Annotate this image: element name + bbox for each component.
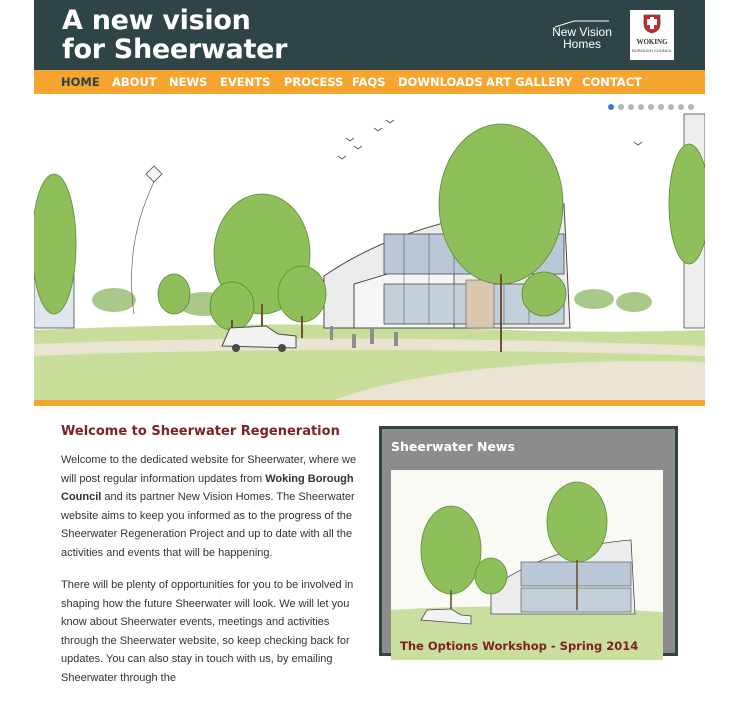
- slider-dot[interactable]: [628, 104, 634, 110]
- nav-downloads[interactable]: DOWNLOADS: [398, 70, 483, 94]
- slider-dot[interactable]: [608, 104, 614, 110]
- nav-process[interactable]: PROCESS: [284, 70, 343, 94]
- slider-dot[interactable]: [678, 104, 684, 110]
- nav-contact[interactable]: CONTACT: [582, 70, 642, 94]
- nav-faqs[interactable]: FAQS: [352, 70, 386, 94]
- nvh-logo-line2: Homes: [562, 37, 601, 51]
- slider-dot[interactable]: [648, 104, 654, 110]
- woking-council-logo[interactable]: WOKING BOROUGH COUNCIL: [630, 10, 674, 60]
- news-panel: Sheerwater News The Options Workshop - S…: [379, 426, 678, 660]
- nav-home[interactable]: HOME: [61, 70, 100, 94]
- council-logo-line1: WOKING: [636, 38, 668, 46]
- news-item-caption[interactable]: The Options Workshop - Spring 2014: [400, 639, 638, 653]
- welcome-text-b: and its partner New Vision Homes. The Sh…: [61, 491, 355, 559]
- news-thumbnail-image: [391, 470, 663, 660]
- crest-icon: [643, 14, 661, 34]
- main-content: Welcome to Sheerwater Regeneration Welco…: [61, 424, 367, 701]
- site-header: A new vision for Sheerwater New Vision H…: [34, 0, 705, 70]
- slider-dot[interactable]: [688, 104, 694, 110]
- new-vision-homes-logo[interactable]: New Vision Homes: [548, 20, 616, 54]
- nav-news[interactable]: NEWS: [169, 70, 207, 94]
- hero-slideshow[interactable]: [34, 94, 705, 400]
- architectural-sketch-image: [34, 94, 705, 400]
- slider-dot[interactable]: [668, 104, 674, 110]
- slider-dot[interactable]: [658, 104, 664, 110]
- main-nav: HOME ABOUT NEWS EVENTS PROCESS FAQS DOWN…: [34, 70, 705, 94]
- site-title-line1: A new vision: [62, 5, 251, 36]
- council-logo-line2: BOROUGH COUNCIL: [632, 48, 672, 53]
- news-panel-title: Sheerwater News: [391, 439, 515, 454]
- slider-dot[interactable]: [618, 104, 624, 110]
- welcome-heading: Welcome to Sheerwater Regeneration: [61, 424, 340, 439]
- site-title[interactable]: A new vision for Sheerwater: [62, 6, 287, 64]
- hero-divider: [34, 400, 705, 406]
- nav-about[interactable]: ABOUT: [112, 70, 157, 94]
- nav-events[interactable]: EVENTS: [220, 70, 270, 94]
- news-item[interactable]: [391, 470, 663, 660]
- welcome-paragraph-1: Welcome to the dedicated website for She…: [61, 451, 367, 562]
- page: A new vision for Sheerwater New Vision H…: [34, 0, 705, 684]
- nav-art-gallery[interactable]: ART GALLERY: [486, 70, 573, 94]
- welcome-paragraph-2: There will be plenty of opportunities fo…: [61, 579, 354, 684]
- slider-dot[interactable]: [638, 104, 644, 110]
- site-title-line2: for Sheerwater: [62, 34, 288, 65]
